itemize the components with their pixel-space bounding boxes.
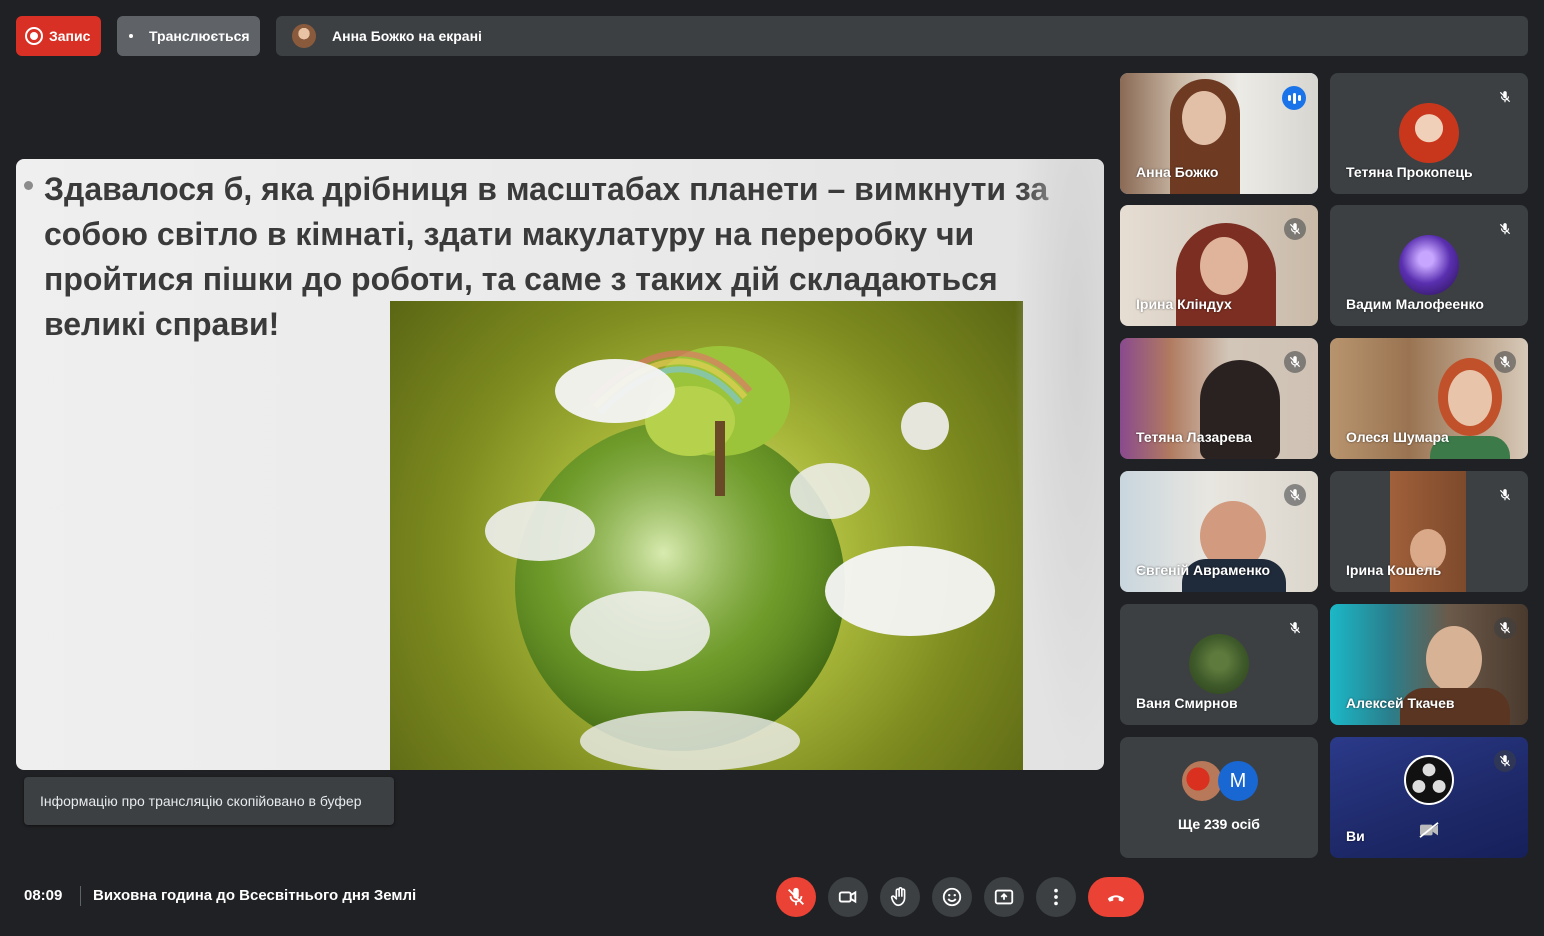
participant-tile[interactable]: Євгеній Авраменко [1120,471,1318,592]
participant-name: Ви [1346,828,1365,844]
mic-off-icon [788,887,804,906]
participant-face [1200,237,1248,295]
recording-badge[interactable]: Запис [16,16,101,56]
participant-face [1426,626,1482,692]
broadcast-badge[interactable]: Транслюється [117,16,260,56]
reactions-button[interactable] [932,877,972,917]
participant-tile[interactable]: Тетяна Лазарева [1120,338,1318,459]
divider [80,886,81,906]
participant-name: Ірина Кошель [1346,562,1442,578]
participant-tile[interactable]: Олеся Шумара [1330,338,1528,459]
meeting-clock: 08:09 [24,887,63,904]
mic-off-icon [1494,750,1516,772]
earth-image [390,301,1023,770]
mic-off-icon [1284,218,1306,240]
participant-tile[interactable]: Анна Божко [1120,73,1318,194]
raise-hand-button[interactable] [880,877,920,917]
record-icon [25,27,43,45]
participant-tile[interactable]: Ірина Кліндух [1120,205,1318,326]
participant-tile[interactable]: Алексей Ткачев [1330,604,1528,725]
participant-name: Євгеній Авраменко [1136,562,1271,578]
participant-name: Алексей Ткачев [1346,695,1455,711]
participant-avatar [1399,235,1459,295]
broadcast-label: Транслюється [149,28,250,44]
participant-tile[interactable]: Ваня Смирнов [1120,604,1318,725]
participant-name: Анна Божко [1136,164,1219,180]
mic-toggle-button[interactable] [776,877,816,917]
participant-name: Ірина Кліндух [1136,296,1232,312]
present-icon [994,889,1014,905]
more-participants-label: Ще 239 осіб [1178,816,1260,832]
mic-off-icon [1494,218,1516,240]
hang-up-icon [1107,895,1125,902]
participant-name: Тетяна Лазарева [1136,429,1252,445]
broadcast-info-toast: Інформацію про трансляцію скопійовано в … [24,777,394,825]
camera-off-icon [1418,821,1440,839]
speaking-indicator-icon [1282,86,1306,110]
mic-off-icon [1494,617,1516,639]
mic-off-icon [1284,484,1306,506]
presenter-label: Анна Божко на екрані [332,28,482,44]
participant-name: Ваня Смирнов [1136,695,1238,711]
more-options-button[interactable] [1036,877,1076,917]
camera-toggle-button[interactable] [828,877,868,917]
participant-avatar [1182,761,1222,801]
hand-icon [890,887,906,907]
self-tile[interactable]: Ви [1330,737,1528,858]
mic-off-icon [1494,86,1516,108]
presenter-avatar [292,24,316,48]
more-avatars: M [1182,761,1262,801]
end-call-button[interactable] [1088,877,1144,917]
presenter-bar[interactable]: Анна Божко на екрані [276,16,1528,56]
more-participants-tile[interactable]: M Ще 239 осіб [1120,737,1318,858]
mic-off-icon [1284,351,1306,373]
participant-name: Олеся Шумара [1346,429,1449,445]
participant-avatar-letter: M [1218,761,1258,801]
record-label: Запис [49,28,91,44]
participant-tile[interactable]: Тетяна Прокопець [1330,73,1528,194]
participant-face [1448,370,1492,426]
participant-name: Тетяна Прокопець [1346,164,1473,180]
participant-avatar [1399,103,1459,163]
emoji-icon [942,887,962,907]
obs-logo-icon [1404,755,1454,805]
mic-off-icon [1494,351,1516,373]
camera-icon [838,890,857,904]
participant-avatar [1189,634,1249,694]
meeting-title: Виховна година до Всесвітнього дня Землі [93,887,417,904]
mic-off-icon [1494,484,1516,506]
mic-off-icon [1284,617,1306,639]
participant-tile[interactable]: Вадим Малофеенко [1330,205,1528,326]
participant-name: Вадим Малофеенко [1346,296,1484,312]
participant-face [1182,91,1226,145]
participant-tile[interactable]: Ірина Кошель [1330,471,1528,592]
shared-screen: Здавалося б, яка дрібниця в масштабах пл… [16,159,1104,770]
more-vert-icon [1054,888,1058,906]
present-screen-button[interactable] [984,877,1024,917]
bullet-icon [24,181,33,190]
live-dot-icon [129,34,133,38]
earth-illustration [485,346,995,770]
